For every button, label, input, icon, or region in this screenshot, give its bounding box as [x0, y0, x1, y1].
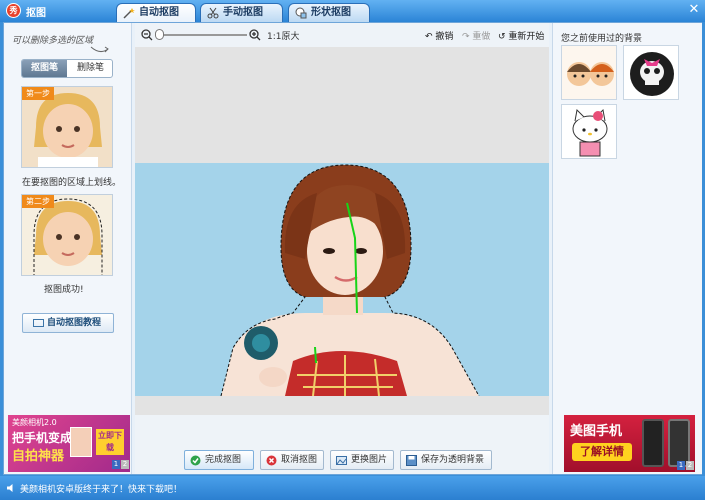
- background-thumb-hello-kitty[interactable]: [561, 104, 617, 159]
- zoom-in-icon[interactable]: [249, 29, 261, 41]
- hint-arrow-icon: [90, 46, 109, 53]
- ad-right-page-1[interactable]: 1: [677, 461, 685, 470]
- left-panel: 可以删除多选的区域 抠图笔 删除笔 第一步 在要抠图的区域上划线。 第二步 抠图…: [4, 23, 132, 474]
- undo-icon: ↶: [425, 32, 433, 42]
- window-title: 抠图: [26, 8, 46, 19]
- edited-photo: [135, 163, 549, 396]
- ad-subline: 自拍神器: [12, 449, 65, 464]
- tutorial-button[interactable]: 自动抠图教程: [22, 313, 114, 333]
- tab-shape-cutout[interactable]: 形状抠图: [288, 3, 370, 22]
- picture-icon: [336, 456, 347, 465]
- ad-title: 美颜相机2.0: [12, 418, 57, 427]
- step2-caption: 抠图成功!: [44, 285, 84, 295]
- ad-phone-image-1: [642, 419, 664, 467]
- cancel-cutout-button[interactable]: 取消抠图: [260, 450, 324, 470]
- close-icon[interactable]: ✕: [686, 2, 702, 18]
- step1-tag: 第一步: [22, 87, 54, 100]
- background-thumb-cartoon-kids[interactable]: [561, 45, 617, 100]
- ad-phone-title: 美图手机: [570, 424, 623, 439]
- replace-label: 更换图片: [351, 455, 388, 465]
- undo-button[interactable]: ↶ 撤销: [425, 29, 453, 42]
- status-message[interactable]: 美颜相机安卓版终于来了！快来下载吧！: [20, 482, 182, 495]
- eraser-pen-button[interactable]: 删除笔: [68, 60, 112, 77]
- background-thumb-skull[interactable]: [623, 45, 679, 100]
- hello-kitty-image: [562, 105, 616, 158]
- save-transparent-button[interactable]: 保存为透明背景: [400, 450, 492, 470]
- finish-label: 完成抠图: [205, 455, 242, 465]
- restart-label: 重新开始: [508, 32, 545, 42]
- step1-image: 第一步: [21, 86, 113, 168]
- step2-image: 第二步: [21, 194, 113, 276]
- tab-manual-cutout[interactable]: 手动抠图: [200, 3, 283, 22]
- zoom-slider-thumb[interactable]: [155, 29, 164, 40]
- tutorial-label: 自动抠图教程: [46, 318, 101, 328]
- meitu-phone-ad[interactable]: 美图手机 了解详情 1 2: [564, 415, 695, 472]
- save-icon: [406, 455, 417, 466]
- cutout-pen-button[interactable]: 抠图笔: [22, 60, 67, 77]
- zoom-slider-track[interactable]: [159, 34, 247, 36]
- actual-size-button[interactable]: 1:1原大: [267, 29, 300, 42]
- cancel-label: 取消抠图: [281, 455, 318, 465]
- save-label: 保存为透明背景: [421, 455, 485, 465]
- magic-wand-icon: [123, 8, 135, 19]
- main-frame: 可以删除多选的区域 抠图笔 删除笔 第一步 在要抠图的区域上划线。 第二步 抠图…: [3, 22, 702, 475]
- status-bar: 美颜相机安卓版终于来了！快来下载吧！: [0, 476, 705, 500]
- ad-download-button[interactable]: 立即下载: [96, 429, 124, 455]
- ad-right-page-2[interactable]: 2: [686, 461, 694, 470]
- finish-cutout-button[interactable]: 完成抠图: [184, 450, 254, 470]
- title-bar: 秀 抠图 自动抠图 手动抠图 形状抠图 ✕: [0, 0, 705, 22]
- recent-backgrounds-title: 您之前使用过的背景: [561, 34, 643, 44]
- redo-icon: ↷: [462, 32, 470, 42]
- shape-icon: [295, 7, 307, 19]
- cartoon-kids-image: [562, 46, 616, 99]
- ad-page-2[interactable]: 2: [121, 460, 129, 469]
- tab-auto-cutout[interactable]: 自动抠图: [116, 3, 196, 22]
- portrait-photo: [220, 164, 480, 396]
- check-icon: [190, 455, 201, 466]
- speaker-icon: [7, 484, 13, 492]
- tab-label: 形状抠图: [311, 7, 351, 18]
- ad-headline: 把手机变成: [12, 431, 73, 445]
- tab-label: 自动抠图: [139, 7, 179, 18]
- step1-caption: 在要抠图的区域上划线。: [22, 178, 122, 188]
- skull-flag-image: [624, 46, 678, 99]
- ad-phone-image-2: [668, 419, 690, 467]
- zoom-out-icon[interactable]: [141, 29, 153, 41]
- redo-label: 重做: [472, 32, 491, 42]
- pen-mode-toggle: 抠图笔 删除笔: [21, 59, 113, 78]
- cancel-icon: [266, 455, 277, 466]
- hint-text: 可以删除多选的区域: [12, 36, 94, 46]
- redo-button[interactable]: ↷ 重做: [462, 29, 490, 42]
- restart-button[interactable]: ↺ 重新开始: [498, 29, 544, 42]
- undo-label: 撤销: [435, 32, 454, 42]
- scissors-icon: [207, 7, 219, 19]
- replace-image-button[interactable]: 更换图片: [330, 450, 394, 470]
- editing-canvas[interactable]: [135, 47, 549, 415]
- step2-tag: 第二步: [22, 195, 54, 208]
- app-logo-icon: 秀: [6, 3, 21, 18]
- ad-model-photo: [70, 427, 92, 457]
- ad-page-1[interactable]: 1: [112, 460, 120, 469]
- right-panel: 您之前使用过的背景 美图手机 了解详情 1 2: [552, 23, 702, 474]
- ad-details-button[interactable]: 了解详情: [572, 443, 632, 461]
- editor-area: 1:1原大 ↶ 撤销 ↷ 重做 ↺ 重新开始 完成抠图 取消抠图 更换图片 保存…: [135, 23, 549, 474]
- restart-icon: ↺: [498, 32, 506, 42]
- editor-toolbar: 1:1原大 ↶ 撤销 ↷ 重做 ↺ 重新开始: [135, 23, 549, 47]
- tab-label: 手动抠图: [223, 7, 263, 18]
- meiyan-camera-ad[interactable]: 美颜相机2.0 把手机变成 自拍神器 立即下载 1 2: [8, 415, 130, 472]
- book-icon: [33, 319, 44, 327]
